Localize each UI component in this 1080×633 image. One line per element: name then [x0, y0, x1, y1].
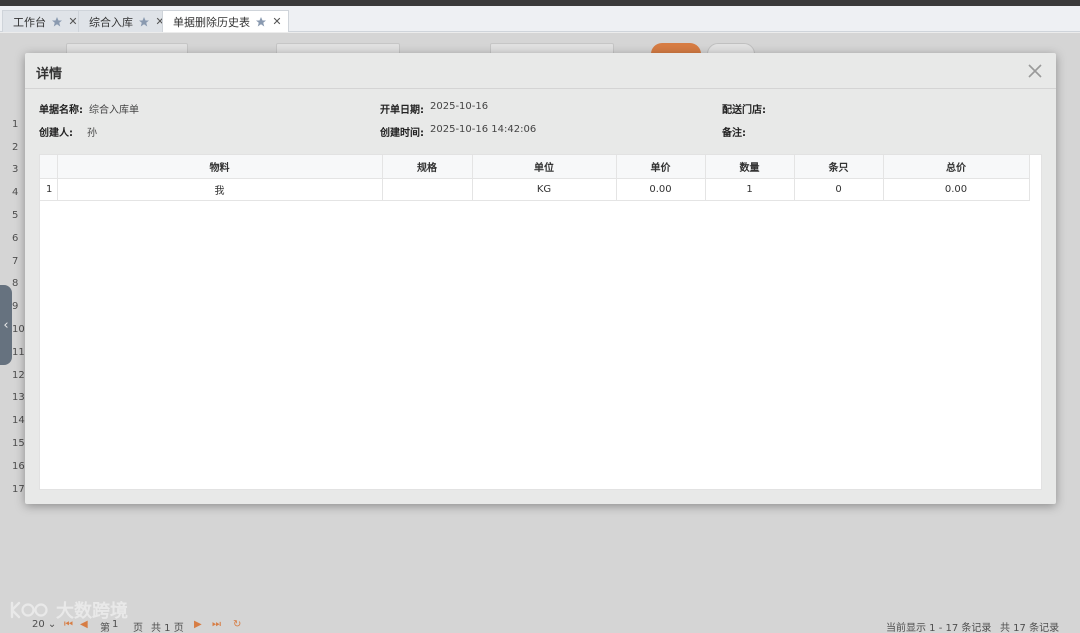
open-date-label: 开单日期:: [380, 105, 424, 116]
remark-label: 备注:: [722, 128, 746, 139]
creator-label: 创建人:: [39, 128, 73, 139]
header-pieces[interactable]: 条只: [794, 155, 884, 179]
cell-unit-price: 0.00: [616, 178, 706, 201]
header-rownum: [40, 155, 58, 179]
close-icon[interactable]: [1026, 62, 1044, 80]
create-time-value: 2025-10-16 14:42:06: [430, 124, 537, 135]
creator-value: 孙: [87, 128, 97, 139]
tab-bar: 工作台 ✕ 综合入库 ✕ 单据删除历史表 ✕: [0, 6, 1080, 32]
header-quantity[interactable]: 数量: [705, 155, 795, 179]
table-header-row: 物料 规格 单位 单价 数量 条只 总价: [40, 155, 1030, 179]
tab-label: 综合入库: [89, 15, 133, 29]
open-date-field: 开单日期: 2025-10-16: [380, 101, 488, 116]
detail-table: 物料 规格 单位 单价 数量 条只 总价 1 我 KG 0.00 1 0 0.0…: [40, 155, 1030, 201]
cell-total: 0.00: [883, 178, 1030, 201]
cell-spec: [382, 178, 473, 201]
detail-dialog: 详情 单据名称: 综合入库单 开单日期: 2025-10-16 配送门店: 创建…: [25, 53, 1056, 504]
info-row: 单据名称: 综合入库单 开单日期: 2025-10-16 配送门店:: [39, 101, 1039, 117]
dialog-header: 详情: [25, 53, 1056, 89]
tab-inbound[interactable]: 综合入库 ✕: [78, 10, 172, 32]
cell-material: 我: [57, 178, 383, 201]
info-row: 创建人: 孙 创建时间: 2025-10-16 14:42:06 备注:: [39, 124, 1039, 140]
star-icon[interactable]: [254, 15, 268, 29]
header-material[interactable]: 物料: [57, 155, 383, 179]
store-field: 配送门店:: [722, 101, 772, 116]
tab-label: 工作台: [13, 15, 46, 29]
header-unit-price[interactable]: 单价: [616, 155, 706, 179]
header-total[interactable]: 总价: [883, 155, 1030, 179]
close-icon[interactable]: ✕: [272, 15, 282, 28]
cell-pieces: 0: [794, 178, 884, 201]
cell-quantity: 1: [705, 178, 795, 201]
remark-field: 备注:: [722, 124, 752, 139]
row-number: 1: [40, 178, 58, 201]
tab-label: 单据删除历史表: [173, 15, 250, 29]
tab-workbench[interactable]: 工作台 ✕: [2, 10, 85, 32]
star-icon[interactable]: [50, 15, 64, 29]
create-time-field: 创建时间: 2025-10-16 14:42:06: [380, 124, 536, 139]
open-date-value: 2025-10-16: [430, 101, 489, 112]
detail-grid: 物料 规格 单位 单价 数量 条只 总价 1 我 KG 0.00 1 0 0.0…: [39, 154, 1042, 490]
header-spec[interactable]: 规格: [382, 155, 473, 179]
doc-name-field: 单据名称: 综合入库单: [39, 101, 139, 116]
doc-name-label: 单据名称:: [39, 105, 83, 116]
star-icon[interactable]: [137, 15, 151, 29]
close-icon[interactable]: ✕: [68, 15, 78, 28]
store-label: 配送门店:: [722, 105, 766, 116]
table-row[interactable]: 1 我 KG 0.00 1 0 0.00: [40, 178, 1030, 201]
header-unit[interactable]: 单位: [472, 155, 617, 179]
dialog-title: 详情: [36, 67, 63, 82]
creator-field: 创建人: 孙: [39, 124, 97, 139]
create-time-label: 创建时间:: [380, 128, 424, 139]
tab-delete-history[interactable]: 单据删除历史表 ✕: [162, 10, 289, 32]
cell-unit: KG: [472, 178, 617, 201]
doc-name-value: 综合入库单: [89, 105, 139, 116]
